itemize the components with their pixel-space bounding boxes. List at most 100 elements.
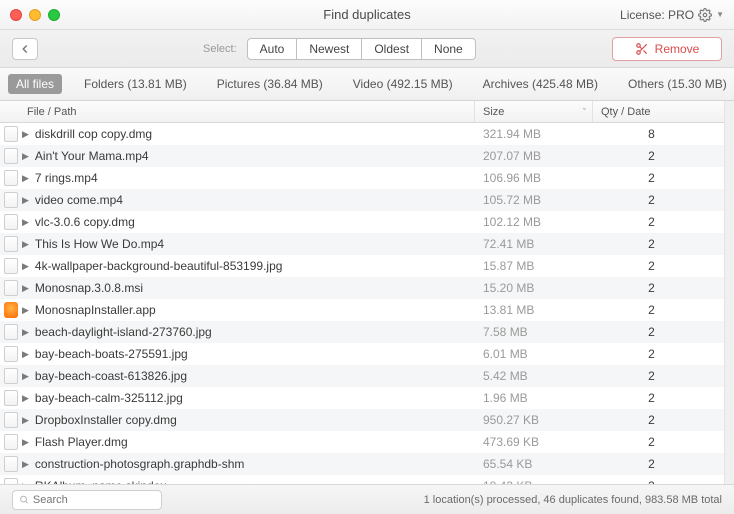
- file-size: 7.58 MB: [475, 325, 593, 339]
- table-row[interactable]: ▶ 4k-wallpaper-background-beautiful-85319…: [0, 255, 724, 277]
- tab-pictures[interactable]: Pictures (36.84 MB): [209, 74, 331, 94]
- disclosure-icon[interactable]: ▶: [22, 371, 29, 382]
- file-qty: 2: [593, 281, 724, 295]
- table-row[interactable]: ▶RKAlbum_name.skindex18.43 KB3: [0, 475, 724, 484]
- segment-auto[interactable]: Auto: [247, 38, 298, 60]
- select-label: Select:: [203, 43, 237, 55]
- file-size: 105.72 MB: [475, 193, 593, 207]
- table-row[interactable]: ▶bay-beach-boats-275591.jpg6.01 MB2: [0, 343, 724, 365]
- file-name: bay-beach-coast-613826.jpg: [35, 369, 187, 383]
- table-row[interactable]: ▶vlc-3.0.6 copy.dmg102.12 MB2: [0, 211, 724, 233]
- table-row[interactable]: ▶ Ain't Your Mama.mp4207.07 MB2: [0, 145, 724, 167]
- segment-none[interactable]: None: [422, 38, 476, 60]
- column-file-label: File / Path: [27, 106, 77, 118]
- search-input[interactable]: [33, 494, 155, 506]
- search-icon: [19, 494, 29, 505]
- tab-others[interactable]: Others (15.30 MB): [620, 74, 734, 94]
- file-name: vlc-3.0.6 copy.dmg: [35, 215, 135, 229]
- file-type-icon: [0, 148, 22, 164]
- disclosure-icon[interactable]: ▶: [22, 173, 29, 184]
- disclosure-icon[interactable]: ▶: [22, 393, 29, 404]
- file-name: construction-photosgraph.graphdb-shm: [35, 457, 244, 471]
- arrow-left-icon: [18, 42, 32, 56]
- file-size: 321.94 MB: [475, 127, 593, 141]
- tab-archives[interactable]: Archives (425.48 MB): [475, 74, 606, 94]
- table-row[interactable]: ▶Flash Player.dmg473.69 KB2: [0, 431, 724, 453]
- file-size: 13.81 MB: [475, 303, 593, 317]
- file-size: 65.54 KB: [475, 457, 593, 471]
- toolbar: Select: Auto Newest Oldest None Remove: [0, 30, 734, 68]
- footer: 1 location(s) processed, 46 duplicates f…: [0, 484, 734, 514]
- table-row[interactable]: ▶Monosnap.3.0.8.msi15.20 MB2: [0, 277, 724, 299]
- file-type-icon: [0, 192, 22, 208]
- disclosure-icon[interactable]: ▶: [22, 349, 29, 360]
- category-tabs: All files Folders (13.81 MB) Pictures (3…: [0, 68, 734, 101]
- remove-button[interactable]: Remove: [612, 37, 722, 61]
- file-size: 950.27 KB: [475, 413, 593, 427]
- file-size: 1.96 MB: [475, 391, 593, 405]
- file-type-icon: [0, 324, 22, 340]
- table-row[interactable]: ▶bay-beach-coast-613826.jpg5.42 MB2: [0, 365, 724, 387]
- disclosure-icon[interactable]: ▶: [22, 151, 29, 162]
- table-row[interactable]: ▶ This Is How We Do.mp4 72.41 MB2: [0, 233, 724, 255]
- disclosure-icon[interactable]: ▶: [22, 305, 29, 316]
- table-row[interactable]: ▶bay-beach-calm-325112.jpg1.96 MB2: [0, 387, 724, 409]
- file-name: Flash Player.dmg: [35, 435, 128, 449]
- tab-video[interactable]: Video (492.15 MB): [345, 74, 461, 94]
- file-qty: 2: [593, 237, 724, 251]
- file-size: 15.20 MB: [475, 281, 593, 295]
- close-icon[interactable]: [10, 9, 22, 21]
- file-size: 6.01 MB: [475, 347, 593, 361]
- file-name: diskdrill cop copy.dmg: [35, 127, 152, 141]
- file-name: 4k-wallpaper-background-beautiful-853199…: [35, 259, 283, 273]
- disclosure-icon[interactable]: ▶: [22, 327, 29, 338]
- disclosure-icon[interactable]: ▶: [22, 195, 29, 206]
- search-field[interactable]: [12, 490, 162, 510]
- file-size: 106.96 MB: [475, 171, 593, 185]
- column-headers: File / Path Size ˇ Qty / Date: [0, 101, 724, 123]
- file-name: bay-beach-calm-325112.jpg: [35, 391, 183, 405]
- fullscreen-icon[interactable]: [48, 9, 60, 21]
- column-qty-label: Qty / Date: [601, 106, 651, 118]
- segment-oldest[interactable]: Oldest: [362, 38, 422, 60]
- file-type-icon: [0, 280, 22, 296]
- table-row[interactable]: ▶ construction-photosgraph.graphdb-shm 65.…: [0, 453, 724, 475]
- minimize-icon[interactable]: [29, 9, 41, 21]
- disclosure-icon[interactable]: ▶: [22, 261, 29, 272]
- gear-icon: [698, 8, 712, 22]
- file-type-icon: [0, 412, 22, 428]
- disclosure-icon[interactable]: ▶: [22, 437, 29, 448]
- file-qty: 2: [593, 193, 724, 207]
- back-button[interactable]: [12, 38, 38, 60]
- column-qty[interactable]: Qty / Date: [593, 101, 724, 122]
- tab-all-files[interactable]: All files: [8, 74, 62, 94]
- disclosure-icon[interactable]: ▶: [22, 459, 29, 470]
- file-name: 7 rings.mp4: [35, 171, 98, 185]
- file-name: This Is How We Do.mp4: [35, 237, 164, 251]
- disclosure-icon[interactable]: ▶: [22, 217, 29, 228]
- column-file[interactable]: File / Path: [0, 101, 475, 122]
- file-type-icon: [0, 170, 22, 186]
- license-badge[interactable]: License: PRO ▼: [620, 8, 724, 22]
- table-row[interactable]: ▶ video come.mp4 105.72 MB2: [0, 189, 724, 211]
- table-row[interactable]: ▶MonosnapInstaller.app13.81 MB2: [0, 299, 724, 321]
- disclosure-icon[interactable]: ▶: [22, 239, 29, 250]
- tab-folders[interactable]: Folders (13.81 MB): [76, 74, 195, 94]
- table-row[interactable]: ▶ 7 rings.mp4 106.96 MB2: [0, 167, 724, 189]
- table-row[interactable]: ▶DropboxInstaller copy.dmg950.27 KB2: [0, 409, 724, 431]
- file-size: 72.41 MB: [475, 237, 593, 251]
- license-label: License: PRO: [620, 8, 694, 22]
- file-qty: 2: [593, 171, 724, 185]
- disclosure-icon[interactable]: ▶: [22, 129, 29, 140]
- scrollbar[interactable]: [724, 101, 734, 484]
- file-name: MonosnapInstaller.app: [35, 303, 156, 317]
- file-type-icon: [0, 346, 22, 362]
- column-size[interactable]: Size ˇ: [475, 101, 593, 122]
- disclosure-icon[interactable]: ▶: [22, 283, 29, 294]
- disclosure-icon[interactable]: ▶: [22, 415, 29, 426]
- sort-desc-icon: ˇ: [583, 107, 586, 117]
- table-row[interactable]: ▶beach-daylight-island-273760.jpg7.58 MB…: [0, 321, 724, 343]
- table-row[interactable]: ▶diskdrill cop copy.dmg321.94 MB8: [0, 123, 724, 145]
- file-name: video come.mp4: [35, 193, 123, 207]
- segment-newest[interactable]: Newest: [297, 38, 362, 60]
